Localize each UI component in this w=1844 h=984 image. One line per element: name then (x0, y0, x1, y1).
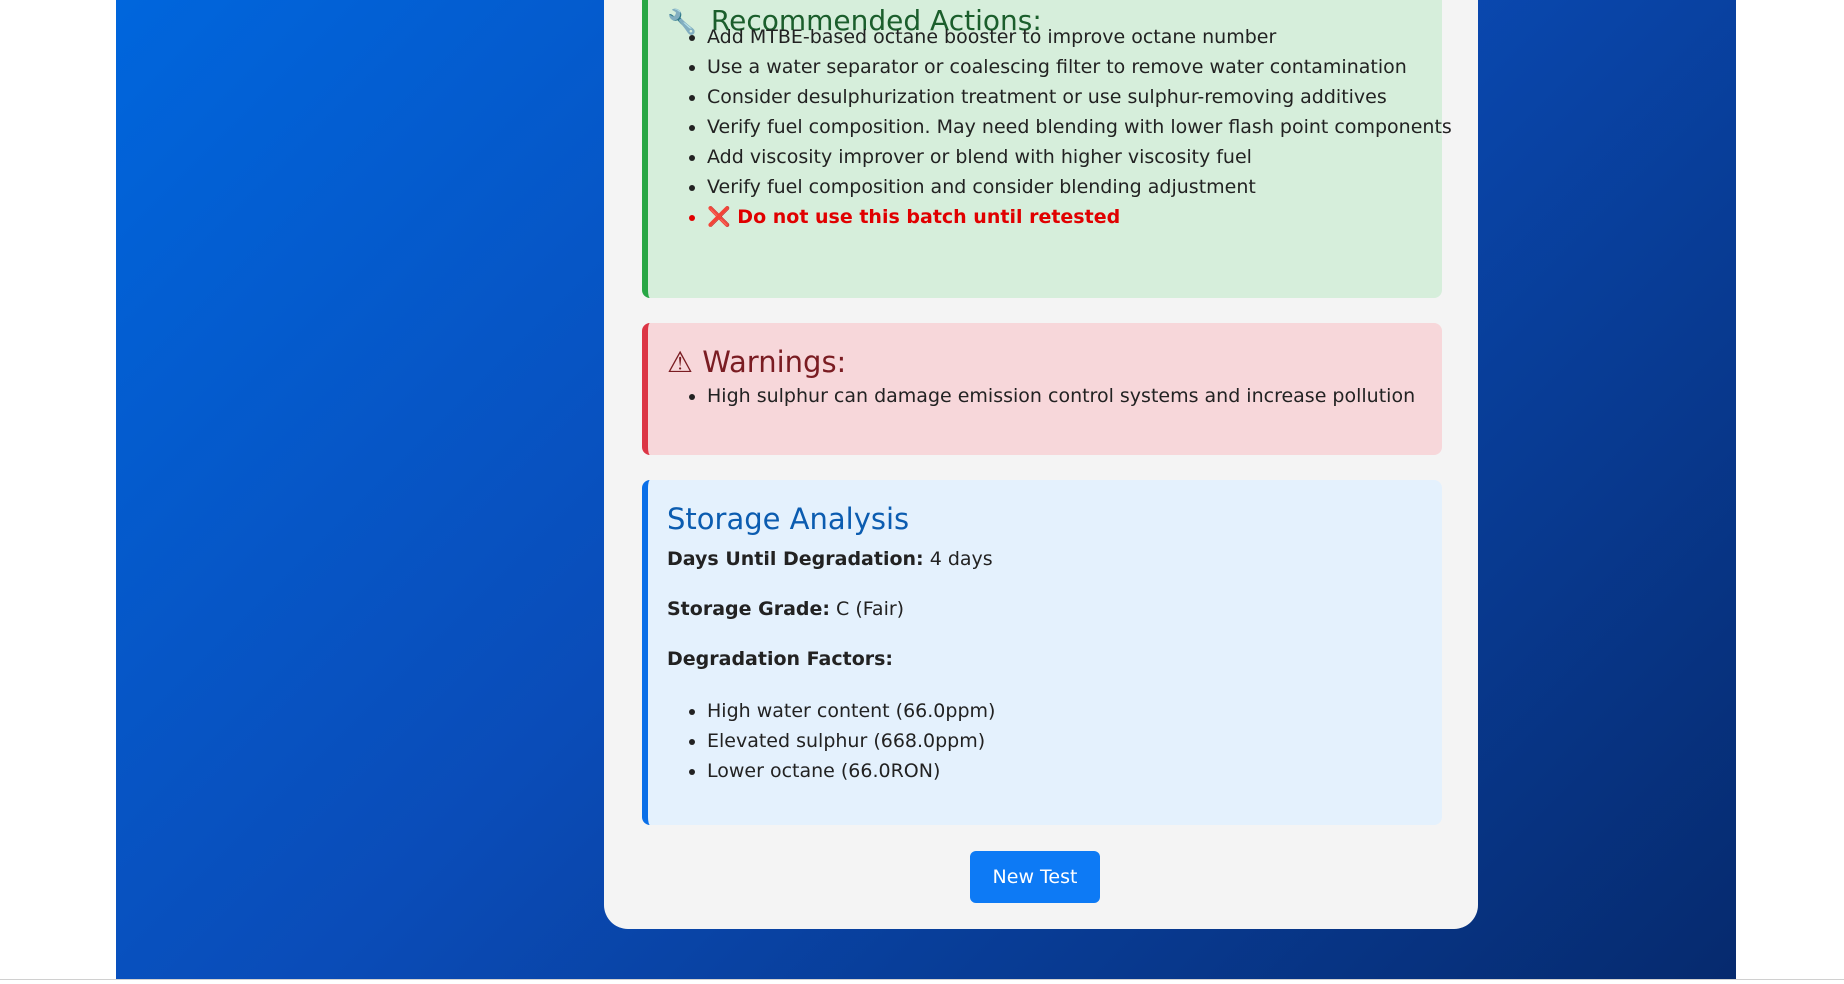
warnings-panel: ⚠ Warnings: High sulphur can damage emis… (642, 323, 1442, 455)
list-item: Elevated sulphur (668.0ppm) (707, 726, 995, 756)
list-item: High water content (66.0ppm) (707, 696, 995, 726)
critical-action-item: ❌ Do not use this batch until retested (707, 202, 1452, 232)
list-item: Verify fuel composition. May need blendi… (707, 112, 1452, 142)
degradation-factors-list: High water content (66.0ppm) Elevated su… (667, 696, 995, 786)
degradation-factors-label: Degradation Factors: (667, 648, 894, 670)
warnings-title: Warnings: (702, 345, 847, 379)
warnings-heading: ⚠ Warnings: (667, 345, 846, 379)
list-item: Use a water separator or coalescing filt… (707, 52, 1452, 82)
days-label: Days Until Degradation: (667, 548, 924, 570)
list-item: Consider desulphurization treatment or u… (707, 82, 1452, 112)
cross-mark-icon: ❌ (707, 206, 731, 228)
divider (0, 979, 1844, 980)
new-test-button[interactable]: New Test (970, 851, 1100, 903)
grade-value: C (Fair) (836, 598, 905, 620)
critical-action-text: Do not use this batch until retested (737, 206, 1121, 228)
storage-analysis-title: Storage Analysis (667, 502, 910, 536)
results-card: 🔧Recommended Actions: Add MTBE-based oct… (604, 0, 1478, 929)
list-item: Verify fuel composition and consider ble… (707, 172, 1452, 202)
list-item: Lower octane (66.0RON) (707, 756, 995, 786)
days-until-degradation: Days Until Degradation: 4 days (667, 548, 993, 570)
warning-icon: ⚠ (667, 345, 693, 379)
list-item: High sulphur can damage emission control… (707, 381, 1415, 411)
recommended-actions-list: Add MTBE-based octane booster to improve… (667, 22, 1452, 232)
storage-grade: Storage Grade: C (Fair) (667, 598, 904, 620)
grade-label: Storage Grade: (667, 598, 830, 620)
recommended-actions-panel: 🔧Recommended Actions: Add MTBE-based oct… (642, 0, 1452, 298)
page-background: 🔧Recommended Actions: Add MTBE-based oct… (116, 0, 1736, 979)
warnings-list: High sulphur can damage emission control… (667, 381, 1415, 411)
days-value: 4 days (929, 548, 993, 570)
list-item: Add viscosity improver or blend with hig… (707, 142, 1452, 172)
list-item: Add MTBE-based octane booster to improve… (707, 22, 1452, 52)
storage-analysis-panel: Storage Analysis Days Until Degradation:… (642, 480, 1442, 825)
